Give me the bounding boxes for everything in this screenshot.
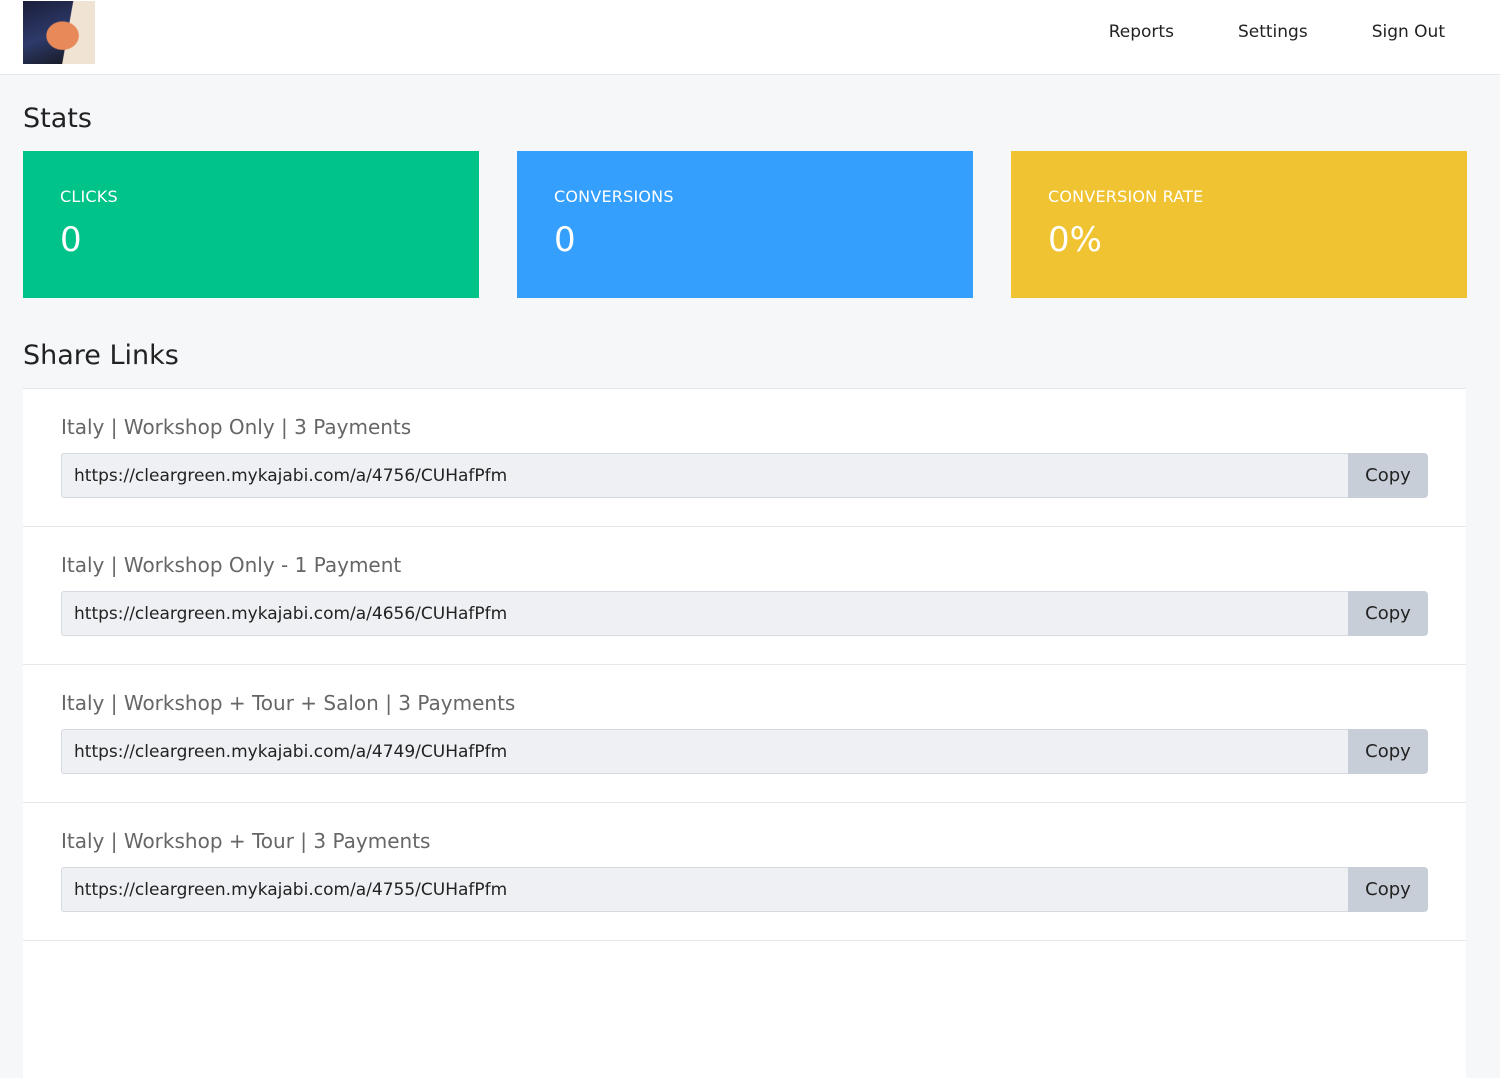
list-item: Italy | Workshop Only | 3 Payments Copy (23, 388, 1466, 526)
stats-cards: CLICKS 0 CONVERSIONS 0 CONVERSION RATE 0… (23, 151, 1467, 298)
conversion-rate-card: CONVERSION RATE 0% (1011, 151, 1467, 298)
list-item: Italy | Workshop + Tour | 3 Payments Cop… (23, 802, 1466, 940)
card-value: 0 (554, 220, 576, 260)
card-value: 0 (60, 220, 82, 260)
link-title: Italy | Workshop Only - 1 Payment (61, 553, 402, 577)
nav: Reports Settings Sign Out (1109, 22, 1445, 42)
clicks-card: CLICKS 0 (23, 151, 479, 298)
list-item (23, 940, 1466, 1078)
card-label: CONVERSIONS (554, 187, 674, 206)
copy-button[interactable]: Copy (1348, 729, 1428, 774)
link-url-input[interactable] (61, 591, 1348, 636)
link-url-input[interactable] (61, 867, 1348, 912)
list-item: Italy | Workshop Only - 1 Payment Copy (23, 526, 1466, 664)
nav-reports[interactable]: Reports (1109, 22, 1174, 42)
nav-sign-out[interactable]: Sign Out (1372, 22, 1445, 42)
share-links-heading: Share Links (23, 340, 179, 371)
nav-settings[interactable]: Settings (1238, 22, 1308, 42)
stats-heading: Stats (23, 103, 92, 134)
share-links-list: Italy | Workshop Only | 3 Payments Copy … (23, 388, 1466, 1078)
copy-button[interactable]: Copy (1348, 453, 1428, 498)
handshake-logo[interactable] (23, 1, 95, 64)
link-title: Italy | Workshop + Tour + Salon | 3 Paym… (61, 691, 516, 715)
card-label: CONVERSION RATE (1048, 187, 1204, 206)
link-title: Italy | Workshop + Tour | 3 Payments (61, 829, 431, 853)
header: Reports Settings Sign Out (0, 0, 1500, 75)
copy-button[interactable]: Copy (1348, 591, 1428, 636)
link-url-input[interactable] (61, 453, 1348, 498)
list-item: Italy | Workshop + Tour + Salon | 3 Paym… (23, 664, 1466, 802)
link-url-input[interactable] (61, 729, 1348, 774)
copy-button[interactable]: Copy (1348, 867, 1428, 912)
link-title: Italy | Workshop Only | 3 Payments (61, 415, 412, 439)
conversions-card: CONVERSIONS 0 (517, 151, 973, 298)
card-value: 0% (1048, 220, 1102, 260)
card-label: CLICKS (60, 187, 118, 206)
